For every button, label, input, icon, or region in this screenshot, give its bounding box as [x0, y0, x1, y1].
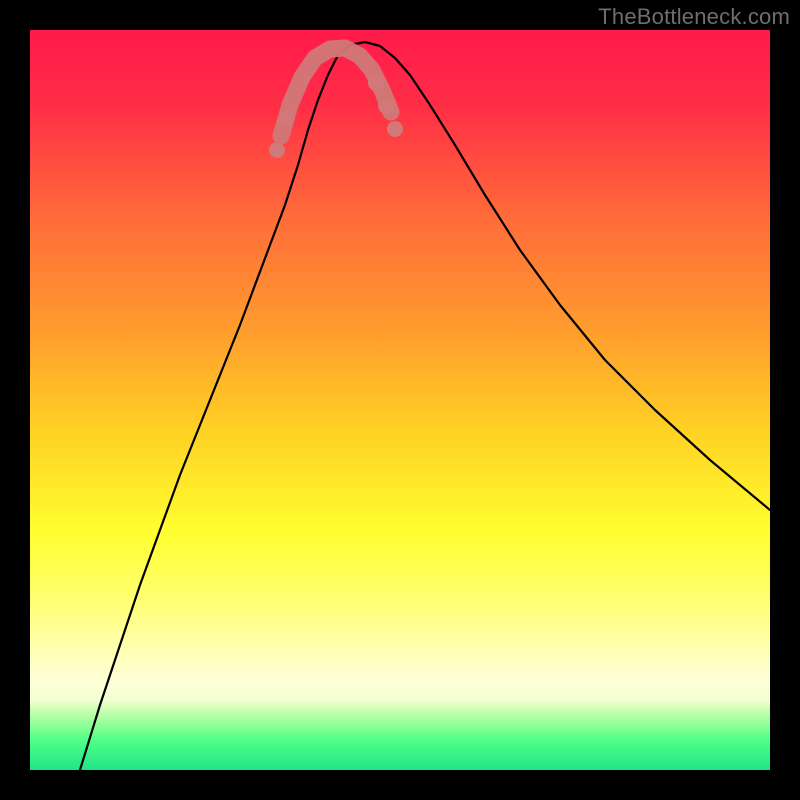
watermark-text: TheBottleneck.com — [598, 4, 790, 30]
optimal-marker-dot — [387, 121, 403, 137]
gradient-background — [30, 30, 770, 770]
bottleneck-chart — [30, 30, 770, 770]
optimal-marker-dot — [269, 142, 285, 158]
optimal-marker-dot — [378, 98, 394, 114]
chart-frame — [30, 30, 770, 770]
optimal-marker-dot — [279, 110, 295, 126]
optimal-marker-dot — [368, 75, 384, 91]
